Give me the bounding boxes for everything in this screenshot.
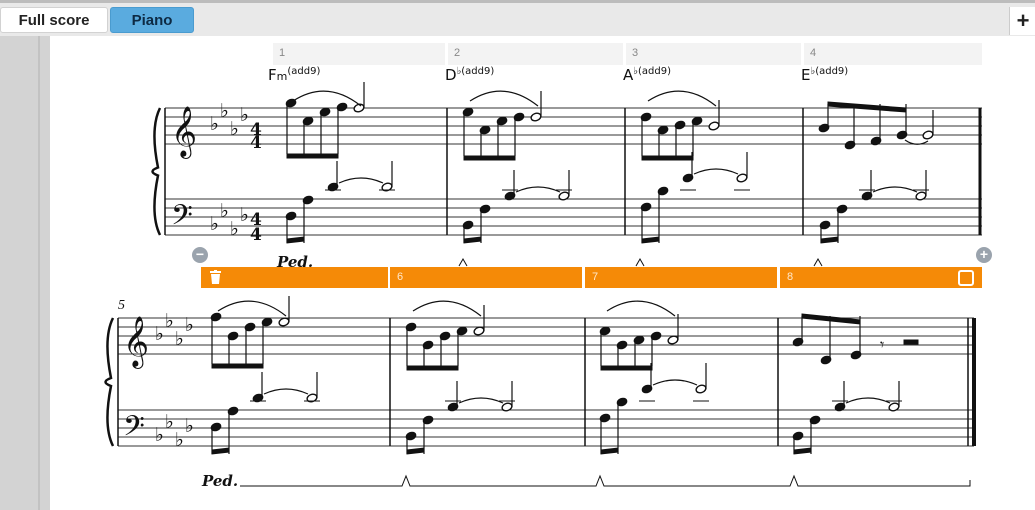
flat-sign: ♭ [220, 100, 229, 122]
time-signature-bottom: 4 [250, 133, 262, 153]
flat-sign: ♭ [155, 424, 164, 446]
beam [827, 101, 907, 113]
selection-bar-number: 7 [592, 271, 599, 283]
flat-sign: ♭ [155, 323, 164, 345]
beam [641, 236, 660, 244]
bass-clef: 𝄢 [171, 199, 193, 239]
notehead [888, 402, 900, 412]
notehead [530, 112, 542, 122]
flat-sign: ♭ [210, 113, 219, 135]
beam [641, 155, 694, 161]
flat-sign: ♭ [185, 415, 194, 437]
beam [286, 236, 305, 244]
slur [263, 388, 309, 395]
flat-sign: ♭ [230, 118, 239, 140]
pedal-change [813, 257, 823, 267]
flat-sign: ♭ [165, 310, 174, 332]
beam [801, 313, 861, 325]
slur [217, 300, 287, 317]
beam [211, 447, 230, 455]
square-icon[interactable] [958, 270, 974, 286]
notehead [381, 182, 393, 192]
notehead [922, 130, 934, 140]
slur [845, 397, 891, 404]
slur [292, 90, 362, 107]
slur [872, 186, 918, 193]
treble-clef: 𝄞 [171, 106, 197, 159]
treble-clef: 𝄞 [123, 316, 149, 369]
notehead [695, 384, 707, 394]
flat-sign: ♭ [210, 213, 219, 235]
time-signature-bottom: 4 [250, 225, 262, 245]
score-notation: 𝄞𝄢♭♭♭♭♭♭♭♭𝄞𝄢♭♭♭♭♭♭♭♭𝄾 5 4 4 4 4 Ped. Ped… [104, 82, 982, 490]
beam [286, 153, 339, 159]
half-rest [903, 339, 919, 345]
flat-sign: ♭ [240, 104, 249, 126]
slur [647, 90, 717, 107]
eighth-rest: 𝄾 [880, 335, 884, 354]
beam [463, 236, 482, 244]
pedal-change [635, 257, 645, 267]
beam [820, 236, 839, 244]
flat-sign: ♭ [185, 314, 194, 336]
slur [515, 186, 561, 193]
beam [406, 365, 459, 371]
brace [104, 317, 115, 447]
minus-circle-icon[interactable]: − [192, 247, 208, 263]
flat-sign: ♭ [230, 218, 239, 240]
trash-icon[interactable] [210, 270, 221, 284]
flat-sign: ♭ [175, 328, 184, 350]
beam [406, 447, 425, 455]
selection-bar-number: 6 [397, 271, 404, 283]
notehead [306, 393, 318, 403]
slur [412, 300, 482, 317]
selection-bar[interactable]: 6 [390, 267, 582, 288]
beam [463, 155, 516, 161]
flat-sign: ♭ [175, 429, 184, 451]
notehead [736, 173, 748, 183]
slur [469, 90, 539, 107]
slur [693, 168, 739, 175]
brace [151, 107, 162, 236]
notehead [915, 191, 927, 201]
slur [338, 177, 384, 184]
bass-clef: 𝄢 [123, 410, 145, 450]
beam [600, 365, 653, 371]
beam [211, 363, 264, 369]
pedal-line [240, 474, 971, 487]
notehead [558, 191, 570, 201]
beam [793, 447, 812, 455]
plus-circle-icon[interactable]: + [976, 247, 992, 263]
notehead [501, 402, 513, 412]
slur [458, 397, 504, 404]
pedal-marking: Ped. [201, 472, 238, 490]
selection-bar[interactable]: 7 [585, 267, 777, 288]
flat-sign: ♭ [165, 411, 174, 433]
beam [600, 447, 619, 455]
pedal-change [458, 257, 468, 267]
notehead [708, 121, 720, 131]
flat-sign: ♭ [220, 200, 229, 222]
flat-sign: ♭ [240, 204, 249, 226]
selection-bar[interactable]: 8 [780, 267, 982, 288]
system-bar-number: 5 [118, 298, 125, 313]
slur [606, 300, 676, 317]
selection-bar[interactable] [201, 267, 388, 288]
slur [652, 379, 698, 386]
selection-bar-number: 8 [787, 271, 794, 283]
